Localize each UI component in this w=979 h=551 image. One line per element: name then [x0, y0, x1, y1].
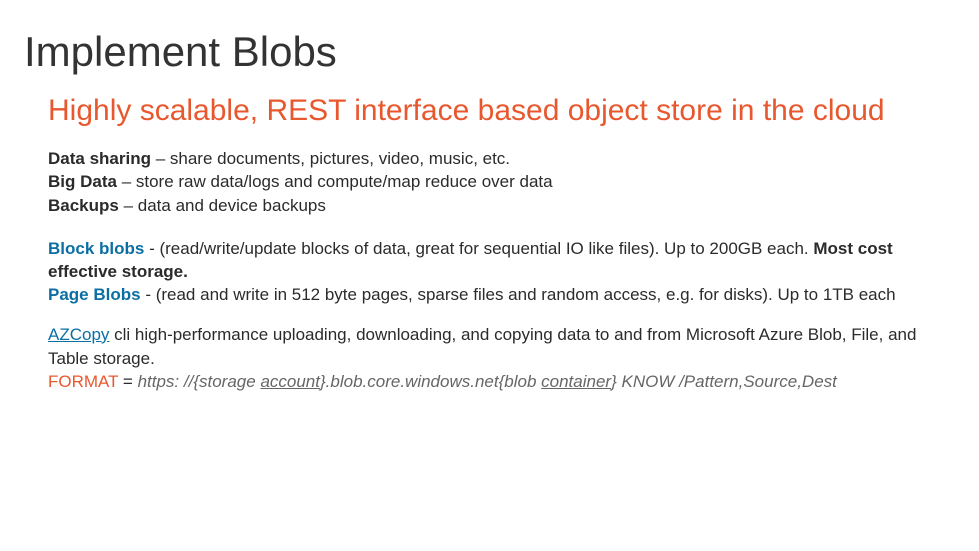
format-url-account: account: [260, 372, 320, 391]
usecase-label: Data sharing: [48, 149, 151, 168]
page-blobs-label: Page Blobs: [48, 285, 141, 304]
format-label: FORMAT: [48, 372, 118, 391]
page-blobs-line: Page Blobs - (read and write in 512 byte…: [48, 284, 955, 307]
block-blobs-desc: - (read/write/update blocks of data, gre…: [144, 239, 813, 258]
block-blobs-line: Block blobs - (read/write/update blocks …: [48, 238, 955, 284]
azcopy-line: AZCopy cli high-performance uploading, d…: [48, 323, 955, 371]
slide-title: Implement Blobs: [24, 28, 955, 76]
format-url-mid: }.blob.core.windows.net{blob: [320, 372, 541, 391]
block-blobs-label: Block blobs: [48, 239, 144, 258]
usecase-label: Backups: [48, 196, 119, 215]
usecase-line: Backups – data and device backups: [48, 194, 955, 218]
usecases-block: Data sharing – share documents, pictures…: [48, 147, 955, 218]
usecase-desc: – share documents, pictures, video, musi…: [151, 149, 510, 168]
format-url-container: container: [541, 372, 611, 391]
azcopy-link[interactable]: AZCopy: [48, 325, 109, 344]
azcopy-block: AZCopy cli high-performance uploading, d…: [48, 323, 955, 394]
usecase-line: Big Data – store raw data/logs and compu…: [48, 170, 955, 194]
azcopy-desc: cli high-performance uploading, download…: [48, 325, 916, 368]
format-line: FORMAT = https: //{storage account}.blob…: [48, 370, 955, 394]
slide-subtitle: Highly scalable, REST interface based ob…: [48, 94, 955, 129]
usecase-desc: – data and device backups: [119, 196, 326, 215]
usecase-line: Data sharing – share documents, pictures…: [48, 147, 955, 171]
usecase-label: Big Data: [48, 172, 117, 191]
format-eq: =: [118, 372, 137, 391]
page-blobs-desc: - (read and write in 512 byte pages, spa…: [141, 285, 896, 304]
format-url-suffix: } KNOW /Pattern,Source,Dest: [611, 372, 837, 391]
format-url-prefix: https: //{storage: [138, 372, 261, 391]
blobtypes-block: Block blobs - (read/write/update blocks …: [48, 238, 955, 307]
usecase-desc: – store raw data/logs and compute/map re…: [117, 172, 553, 191]
